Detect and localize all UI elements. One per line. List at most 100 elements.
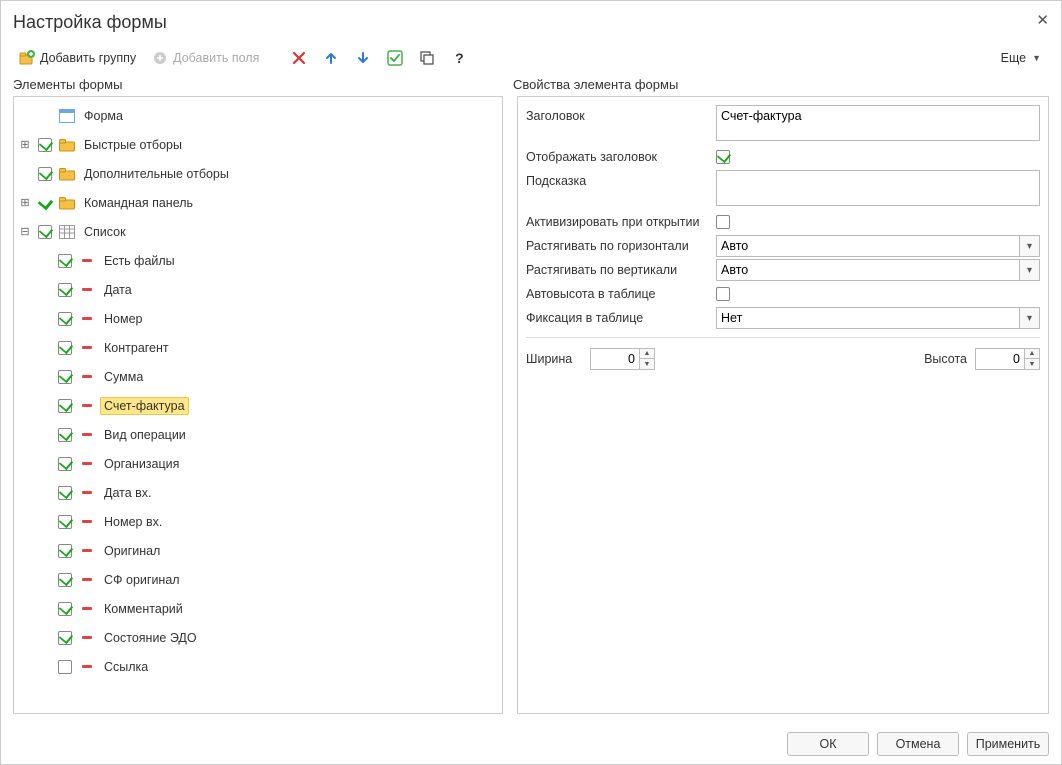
checkbox[interactable] — [58, 370, 72, 384]
tree-node-list-item[interactable]: СФ оригинал — [14, 565, 502, 594]
checkbox[interactable] — [58, 544, 72, 558]
width-input[interactable] — [591, 349, 639, 369]
greencheck-icon — [36, 196, 54, 210]
width-spinner[interactable]: ▲▼ — [590, 348, 655, 370]
collapse-icon[interactable]: ⊟ — [18, 225, 32, 239]
tree-label: Дополнительные отборы — [80, 165, 233, 183]
stretch-h-select[interactable] — [716, 235, 1020, 257]
spin-up-icon[interactable]: ▲ — [1025, 349, 1039, 359]
copy-button[interactable] — [413, 46, 441, 70]
folder-icon — [58, 138, 76, 152]
checkbox[interactable] — [58, 341, 72, 355]
field-icon — [78, 491, 96, 494]
tree-label: Быстрые отборы — [80, 136, 186, 154]
cancel-button[interactable]: Отмена — [877, 732, 959, 756]
checkbox[interactable] — [38, 138, 52, 152]
tree-node-list-item[interactable]: Номер вх. — [14, 507, 502, 536]
field-icon — [78, 578, 96, 581]
tree-node-additional-filters[interactable]: Дополнительные отборы — [14, 159, 502, 188]
more-button[interactable]: Еще ▼ — [993, 46, 1049, 70]
tree-node-list-item[interactable]: Вид операции — [14, 420, 502, 449]
form-elements-tree[interactable]: Форма ⊞ Быстрые отборы Дополнительные от… — [13, 96, 503, 714]
tree-label: Командная панель — [80, 194, 197, 212]
toolbar: Добавить группу Добавить поля — [1, 43, 1061, 73]
expand-icon[interactable]: ⊞ — [18, 196, 32, 210]
prop-label-autoheight: Автовысота в таблице — [526, 283, 716, 301]
checkbox[interactable] — [58, 660, 72, 674]
checkbox[interactable] — [58, 486, 72, 500]
title-input[interactable] — [716, 105, 1040, 141]
checkbox[interactable] — [58, 573, 72, 587]
expand-icon[interactable]: ⊞ — [18, 138, 32, 152]
close-icon[interactable]: ✕ — [1036, 11, 1049, 29]
prop-label-width: Ширина — [526, 352, 582, 366]
tree-label: Форма — [80, 107, 127, 125]
ok-button[interactable]: ОК — [787, 732, 869, 756]
tree-node-quick-filters[interactable]: ⊞ Быстрые отборы — [14, 130, 502, 159]
tree-node-list-item[interactable]: Дата — [14, 275, 502, 304]
autoheight-checkbox[interactable] — [716, 287, 730, 301]
fixation-select[interactable] — [716, 307, 1020, 329]
spin-up-icon[interactable]: ▲ — [640, 349, 654, 359]
move-up-button[interactable] — [317, 46, 345, 70]
tree-node-list-item[interactable]: Контрагент — [14, 333, 502, 362]
apply-button[interactable]: Применить — [967, 732, 1049, 756]
hint-input[interactable] — [716, 170, 1040, 206]
form-icon — [58, 109, 76, 123]
checkbox[interactable] — [58, 283, 72, 297]
tree-node-command-panel[interactable]: ⊞ Командная панель — [14, 188, 502, 217]
main-area: Форма ⊞ Быстрые отборы Дополнительные от… — [1, 96, 1061, 724]
show-title-checkbox[interactable] — [716, 150, 730, 164]
dropdown-icon[interactable]: ▾ — [1020, 307, 1040, 329]
dropdown-icon[interactable]: ▾ — [1020, 235, 1040, 257]
activate-checkbox[interactable] — [716, 215, 730, 229]
checkbox[interactable] — [58, 457, 72, 471]
tree-node-list-item[interactable]: Номер — [14, 304, 502, 333]
checkbox[interactable] — [58, 312, 72, 326]
stretch-v-select[interactable] — [716, 259, 1020, 281]
tree-label: Есть файлы — [100, 252, 179, 270]
tree-node-list-item[interactable]: Оригинал — [14, 536, 502, 565]
tree-node-list-item[interactable]: Есть файлы — [14, 246, 502, 275]
spin-down-icon[interactable]: ▼ — [1025, 359, 1039, 369]
add-fields-label: Добавить поля — [173, 51, 259, 65]
tree-node-list-item[interactable]: Счет-фактура — [14, 391, 502, 420]
tree-label: Номер — [100, 310, 146, 328]
move-down-button[interactable] — [349, 46, 377, 70]
tree-node-list-item[interactable]: Организация — [14, 449, 502, 478]
tree-node-list-item[interactable]: Сумма — [14, 362, 502, 391]
tree-node-form[interactable]: Форма — [14, 101, 502, 130]
add-group-button[interactable]: Добавить группу — [13, 46, 142, 70]
checkbox[interactable] — [38, 167, 52, 181]
height-input[interactable] — [976, 349, 1024, 369]
field-icon — [78, 462, 96, 465]
tree-node-list-item[interactable]: Комментарий — [14, 594, 502, 623]
add-group-label: Добавить группу — [40, 51, 136, 65]
checkbox[interactable] — [58, 254, 72, 268]
default-settings-button[interactable] — [381, 46, 409, 70]
height-spinner[interactable]: ▲▼ — [975, 348, 1040, 370]
field-icon — [78, 549, 96, 552]
checkbox[interactable] — [58, 428, 72, 442]
dropdown-icon[interactable]: ▾ — [1020, 259, 1040, 281]
section-headers: Элементы формы Свойства элемента формы — [1, 73, 1061, 96]
tree-node-list-item[interactable]: Состояние ЭДО — [14, 623, 502, 652]
more-label: Еще — [1001, 51, 1026, 65]
delete-button[interactable] — [285, 46, 313, 70]
prop-label-stretch-h: Растягивать по горизонтали — [526, 235, 716, 253]
prop-label-activate: Активизировать при открытии — [526, 211, 716, 229]
element-properties-panel: Заголовок Отображать заголовок Подсказка… — [517, 96, 1049, 714]
checkbox[interactable] — [58, 631, 72, 645]
tree-label: СФ оригинал — [100, 571, 184, 589]
spin-down-icon[interactable]: ▼ — [640, 359, 654, 369]
help-button[interactable]: ? — [445, 46, 473, 70]
checkbox[interactable] — [38, 225, 52, 239]
tree-node-list-item[interactable]: Дата вх. — [14, 478, 502, 507]
checkbox[interactable] — [58, 515, 72, 529]
tree-node-list[interactable]: ⊟ Список — [14, 217, 502, 246]
copy-icon — [419, 50, 435, 66]
checkbox[interactable] — [58, 399, 72, 413]
arrow-down-icon — [355, 50, 371, 66]
tree-node-list-item[interactable]: Ссылка — [14, 652, 502, 681]
checkbox[interactable] — [58, 602, 72, 616]
